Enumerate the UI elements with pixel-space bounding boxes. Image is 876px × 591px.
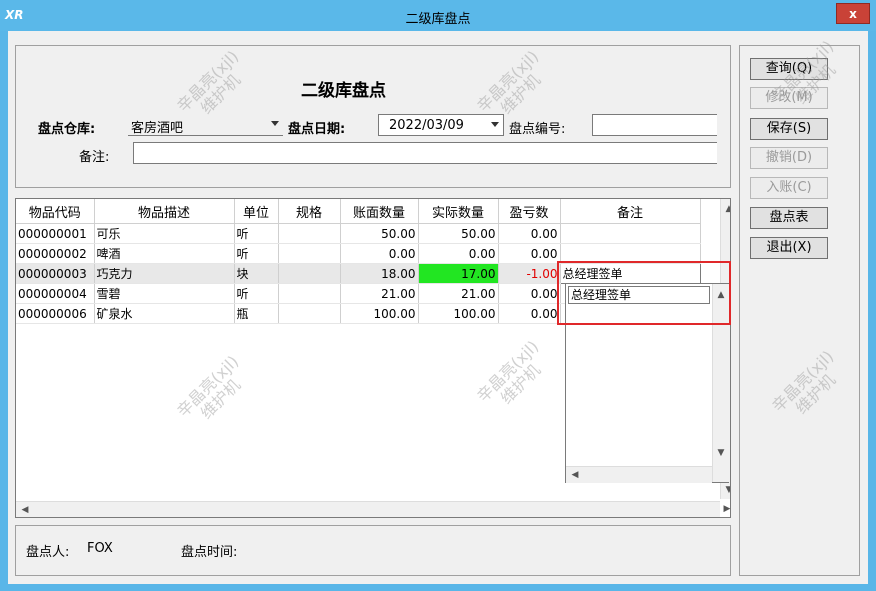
column-header[interactable]: 物品代码 (16, 199, 95, 224)
note-dropdown-popup[interactable]: 总经理签单 ▲ ▼ ◀ (565, 283, 729, 483)
column-header[interactable]: 物品描述 (94, 199, 235, 224)
cell-unit[interactable]: 听 (234, 243, 279, 264)
scroll-left-icon[interactable]: ◀ (568, 468, 582, 482)
popup-horizontal-scrollbar[interactable]: ◀ (566, 466, 712, 483)
cell-code[interactable]: 000000006 (16, 303, 95, 324)
cell-desc[interactable]: 矿泉水 (94, 303, 235, 324)
scroll-left-icon[interactable]: ◀ (18, 503, 32, 517)
table-header: 物品代码 物品描述 单位 规格 账面数量 实际数量 盈亏数 备注 (16, 199, 701, 224)
save-button[interactable]: 保存(S) (750, 118, 828, 140)
cell-spec[interactable] (278, 243, 341, 264)
cell-book-qty[interactable]: 18.00 (340, 263, 419, 284)
cell-unit[interactable]: 听 (234, 283, 279, 304)
popup-vertical-scrollbar[interactable]: ▲ ▼ (712, 284, 729, 482)
cancel-button[interactable]: 撤销(D) (750, 147, 828, 169)
counter-value: FOX (87, 541, 113, 556)
cell-spec[interactable] (278, 263, 341, 284)
footer-panel: 盘点人: FOX 盘点时间: (15, 525, 731, 576)
title-bar[interactable]: XR 二级库盘点 x (0, 0, 876, 31)
table-row[interactable]: 000000001 可乐 听 50.00 50.00 0.00 (16, 223, 701, 244)
chevron-down-icon[interactable] (271, 121, 279, 126)
cell-code[interactable]: 000000003 (16, 263, 95, 284)
cell-note[interactable] (560, 243, 701, 264)
cell-diff[interactable]: 0.00 (498, 283, 561, 304)
remark-field[interactable] (133, 142, 717, 164)
close-button[interactable]: x (836, 3, 870, 24)
grid-horizontal-scrollbar[interactable]: ◀ (16, 501, 720, 517)
remark-label: 备注: (79, 150, 110, 165)
column-header[interactable]: 实际数量 (418, 199, 499, 224)
cell-spec[interactable] (278, 283, 341, 304)
time-label: 盘点时间: (181, 545, 238, 560)
cell-spec[interactable] (278, 223, 341, 244)
client-area: 二级库盘点 盘点仓库: 客房酒吧 盘点日期: 2022/03/09 盘点编号: … (8, 31, 868, 584)
cell-desc[interactable]: 巧克力 (94, 263, 235, 284)
cell-actual-qty[interactable]: 17.00 (418, 263, 499, 284)
cell-diff[interactable]: -1.00 (498, 263, 561, 284)
cell-diff[interactable]: 0.00 (498, 303, 561, 324)
cell-diff[interactable]: 0.00 (498, 243, 561, 264)
cell-code[interactable]: 000000004 (16, 283, 95, 304)
cell-book-qty[interactable]: 0.00 (340, 243, 419, 264)
column-header[interactable]: 账面数量 (340, 199, 419, 224)
cell-book-qty[interactable]: 100.00 (340, 303, 419, 324)
cell-spec[interactable] (278, 303, 341, 324)
date-picker[interactable]: 2022/03/09 (378, 114, 504, 136)
number-label: 盘点编号: (509, 122, 566, 137)
cell-code[interactable]: 000000001 (16, 223, 95, 244)
cell-diff[interactable]: 0.00 (498, 223, 561, 244)
cell-book-qty[interactable]: 50.00 (340, 223, 419, 244)
cell-actual-qty[interactable]: 21.00 (418, 283, 499, 304)
warehouse-label: 盘点仓库: (38, 122, 96, 137)
header-panel: 二级库盘点 盘点仓库: 客房酒吧 盘点日期: 2022/03/09 盘点编号: … (15, 45, 731, 188)
scroll-up-icon[interactable]: ▲ (714, 288, 728, 302)
date-label: 盘点日期: (288, 122, 346, 137)
cell-desc[interactable]: 可乐 (94, 223, 235, 244)
cell-book-qty[interactable]: 21.00 (340, 283, 419, 304)
column-header[interactable]: 备注 (560, 199, 701, 224)
scroll-right-icon[interactable]: ▶ (720, 502, 730, 516)
column-header[interactable]: 单位 (234, 199, 279, 224)
cell-desc[interactable]: 啤酒 (94, 243, 235, 264)
date-value: 2022/03/09 (389, 118, 464, 133)
scroll-down-icon[interactable]: ▼ (722, 483, 730, 497)
table-row-selected[interactable]: 000000003 巧克力 块 18.00 17.00 -1.00 总经理签单 (16, 263, 701, 284)
scroll-up-icon[interactable]: ▲ (722, 202, 730, 216)
cell-unit[interactable]: 瓶 (234, 303, 279, 324)
post-button[interactable]: 入账(C) (750, 177, 828, 199)
column-header[interactable]: 规格 (278, 199, 341, 224)
inventory-sheet-button[interactable]: 盘点表 (750, 207, 828, 229)
cell-unit[interactable]: 听 (234, 223, 279, 244)
cell-actual-qty[interactable]: 100.00 (418, 303, 499, 324)
cell-unit[interactable]: 块 (234, 263, 279, 284)
warehouse-value: 客房酒吧 (131, 121, 184, 136)
app-window: XR 二级库盘点 x 二级库盘点 盘点仓库: 客房酒吧 盘点日期: 2022/0… (0, 0, 876, 591)
cell-code[interactable]: 000000002 (16, 243, 95, 264)
cell-note-editor[interactable]: 总经理签单 (559, 263, 701, 284)
cell-actual-qty[interactable]: 50.00 (418, 223, 499, 244)
form-title: 二级库盘点 (301, 81, 386, 101)
number-field[interactable] (592, 114, 717, 136)
table-row[interactable]: 000000002 啤酒 听 0.00 0.00 0.00 (16, 243, 701, 264)
column-header[interactable]: 盈亏数 (498, 199, 561, 224)
cell-note[interactable] (560, 223, 701, 244)
cell-actual-qty[interactable]: 0.00 (418, 243, 499, 264)
window-title: 二级库盘点 (405, 12, 471, 27)
exit-button[interactable]: 退出(X) (750, 237, 828, 259)
scroll-down-icon[interactable]: ▼ (714, 446, 728, 460)
cell-desc[interactable]: 雪碧 (94, 283, 235, 304)
popup-option[interactable]: 总经理签单 (568, 286, 710, 304)
counter-label: 盘点人: (26, 545, 70, 560)
